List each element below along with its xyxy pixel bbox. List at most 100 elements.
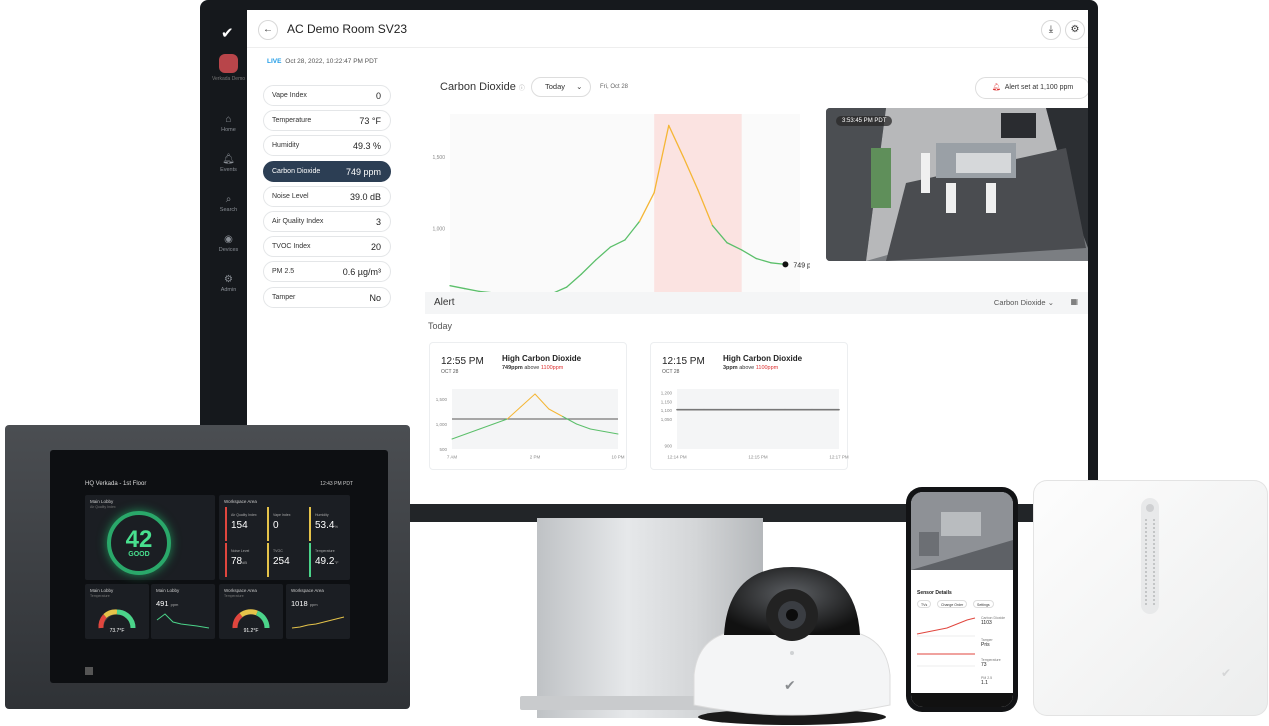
sensor-value: 20 bbox=[370, 242, 381, 253]
nav-label: Devices bbox=[218, 247, 239, 253]
phone-chart bbox=[916, 617, 976, 667]
alert-filter-select[interactable]: Carbon Dioxide ⌄ bbox=[994, 298, 1054, 307]
sensor-row[interactable]: Temperature 73 °F bbox=[263, 110, 391, 132]
sensor-row[interactable]: Air Quality Index 3 bbox=[263, 211, 391, 232]
vent-hole bbox=[1153, 591, 1155, 593]
metric-status-bar bbox=[267, 543, 269, 577]
tablet-screen: HQ Verkada - 1st Floor 12:43 PM PDT Main… bbox=[50, 450, 388, 683]
download-button[interactable]: ⤓ bbox=[1041, 20, 1061, 40]
y-tick-label: 1,000 bbox=[432, 226, 445, 232]
alert-card[interactable]: 12:55 PM OCT 28 High Carbon Dioxide 749p… bbox=[429, 342, 627, 470]
phone-nav-bar[interactable] bbox=[911, 693, 1013, 707]
phone-title: Sensor Details bbox=[917, 590, 952, 596]
admin-icon: ⚙ bbox=[224, 274, 233, 285]
alert-section-title: Alert bbox=[434, 297, 455, 308]
sensor-value: 0 bbox=[375, 91, 381, 101]
sensor-row[interactable]: Carbon Dioxide 749 ppm bbox=[263, 160, 391, 182]
metric-label: TVOC bbox=[273, 549, 283, 553]
alert-day-label: Today bbox=[428, 321, 453, 331]
co2-sparkline bbox=[156, 613, 210, 629]
vent-hole bbox=[1153, 519, 1155, 521]
nav-label: Search bbox=[219, 207, 238, 213]
nav-item-home[interactable]: ⌂ Home bbox=[210, 114, 247, 133]
nav-item-search[interactable]: ⌕ Search bbox=[210, 194, 247, 213]
phone-kv: Temperature 73 bbox=[981, 658, 1001, 668]
y-tick-label: 1,150 bbox=[661, 399, 673, 404]
phone-chip[interactable]: Settings bbox=[973, 600, 994, 608]
tablet-panel-bottom: Main Lobby 491 ppm bbox=[151, 584, 215, 639]
y-tick-label: 1,200 bbox=[661, 391, 673, 396]
sensor-name: Vape Index bbox=[272, 92, 307, 99]
tablet-title: HQ Verkada - 1st Floor bbox=[85, 481, 147, 487]
metric-status-bar bbox=[309, 507, 311, 541]
tablet-panel-bottom: Workspace Area Temperature 91.2°F bbox=[219, 584, 283, 639]
nav-item-devices[interactable]: ◉ Devices bbox=[210, 234, 247, 253]
sensor-row[interactable]: TVOC Index 20 bbox=[263, 236, 391, 258]
vent-hole bbox=[1145, 519, 1147, 521]
phone-chip[interactable]: Change Order bbox=[937, 600, 968, 608]
alert-detail: 3ppm above 1100ppm bbox=[723, 365, 779, 371]
sensor-row[interactable]: Vape Index 0 bbox=[263, 85, 391, 106]
sensor-row[interactable]: Humidity 49.3 % bbox=[263, 135, 391, 157]
back-button[interactable]: ← bbox=[258, 20, 278, 40]
vent-hole bbox=[1145, 527, 1147, 529]
user-avatar[interactable] bbox=[219, 54, 238, 73]
sensor-name: Noise Level bbox=[272, 192, 309, 200]
vent-hole bbox=[1153, 535, 1155, 537]
vent-hole bbox=[1145, 551, 1147, 553]
alert-date: OCT 28 bbox=[662, 369, 680, 375]
vent-hole bbox=[1145, 539, 1147, 541]
phone: Sensor Details TVs Change Order Settings… bbox=[906, 487, 1018, 712]
camera-feed[interactable]: 3:53:45 PM PDT bbox=[826, 108, 1088, 261]
info-icon[interactable]: ⓘ bbox=[519, 86, 525, 92]
alert-card[interactable]: 12:15 PM OCT 28 High Carbon Dioxide 3ppm… bbox=[650, 342, 849, 470]
bell-icon: 🔔︎ bbox=[222, 154, 235, 165]
sensor-row[interactable]: Noise Level 39.0 dB bbox=[263, 185, 391, 207]
sensor-name: PM 2.5 bbox=[272, 268, 295, 276]
vent-hole bbox=[1153, 567, 1155, 569]
nav-item-events[interactable]: 🔔︎ Events bbox=[210, 154, 247, 173]
tablet: HQ Verkada - 1st Floor 12:43 PM PDT Main… bbox=[5, 425, 410, 709]
sensor-name: Humidity bbox=[272, 142, 300, 150]
vent-hole bbox=[1153, 595, 1155, 597]
vent-hole bbox=[1153, 523, 1155, 525]
vent-hole bbox=[1153, 559, 1155, 561]
metric-label: Temperature bbox=[315, 549, 335, 553]
sensor-value: 39.0 dB bbox=[349, 191, 381, 202]
metric-tile: Noise Level 78dB bbox=[225, 543, 265, 577]
vent-hole bbox=[1145, 595, 1147, 597]
sensor-name: Air Quality Index bbox=[272, 218, 324, 225]
vent-hole bbox=[1153, 563, 1155, 565]
nav-label: Admin bbox=[220, 287, 237, 293]
alert-set-button[interactable]: 🔔︎ Alert set at 1,100 ppm bbox=[975, 77, 1088, 99]
camera-room-image bbox=[826, 108, 1088, 261]
y-tick-label: 1,050 bbox=[661, 417, 673, 422]
panel-title: Main Lobby bbox=[90, 499, 114, 504]
devices-icon: ◉ bbox=[224, 234, 233, 245]
vent-hole bbox=[1153, 579, 1155, 581]
vent-hole bbox=[1145, 587, 1147, 589]
verkada-logo-icon[interactable]: ✔ bbox=[221, 24, 234, 42]
range-select[interactable]: Today ⌄ bbox=[531, 77, 591, 97]
metric-tile: TVOC 254 bbox=[267, 543, 307, 577]
sensor-row[interactable]: PM 2.5 0.6 µg/m³ bbox=[263, 261, 391, 283]
camera-timestamp: 3:53:45 PM PDT bbox=[836, 116, 893, 126]
sensor-value: 0.6 µg/m³ bbox=[342, 267, 381, 278]
sensor-name: Carbon Dioxide bbox=[272, 167, 321, 175]
vent-hole bbox=[1145, 523, 1147, 525]
sensor-row[interactable]: Tamper No bbox=[263, 286, 391, 308]
phone-chip[interactable]: TVs bbox=[917, 600, 932, 608]
sensor-value: 49.3 % bbox=[352, 141, 381, 152]
y-tick-label: 1,500 bbox=[432, 155, 445, 161]
calendar-icon[interactable]: ▦ bbox=[1070, 297, 1078, 306]
vent-hole bbox=[1145, 591, 1147, 593]
nav-label: Events bbox=[220, 167, 237, 173]
alert-time: 12:55 PM bbox=[441, 356, 484, 367]
nav-item-admin[interactable]: ⚙ Admin bbox=[210, 274, 247, 293]
x-tick-label: 12:14 PM bbox=[667, 455, 687, 460]
phone-camera-feed[interactable] bbox=[911, 492, 1013, 570]
settings-button[interactable]: ⚙ bbox=[1065, 20, 1085, 40]
x-tick-label: 7 AM bbox=[447, 455, 458, 460]
phone-kv: PM 2.5 1.1 bbox=[981, 676, 993, 686]
y-tick-label: 1,000 bbox=[436, 422, 448, 427]
